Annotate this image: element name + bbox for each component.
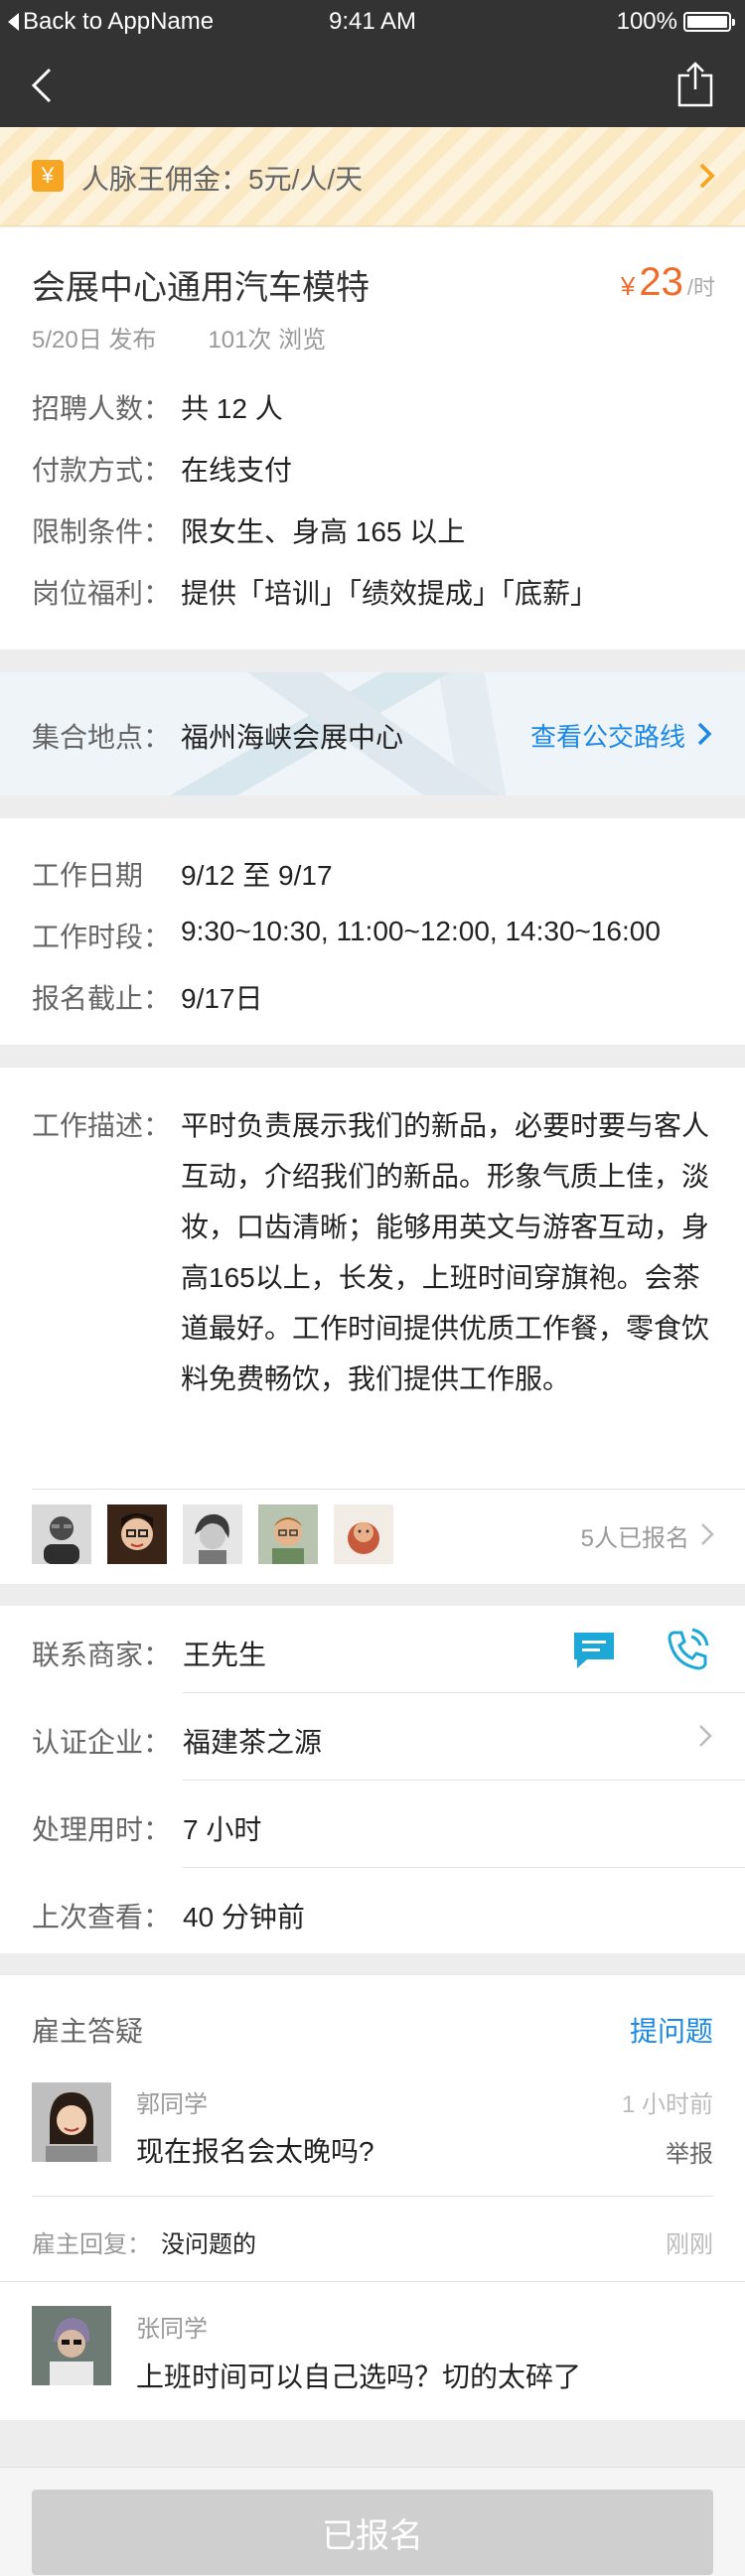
- detail-row: 付款方式： 在线支付: [32, 449, 292, 489]
- questioner-name: 张同学: [136, 2316, 208, 2343]
- price-currency: ¥: [620, 271, 636, 301]
- battery-percent: 100%: [616, 8, 677, 35]
- view-count: 101次 浏览: [208, 327, 327, 354]
- schedule-label: 工作时段：: [32, 922, 172, 952]
- employer-reply-label: 雇主回复：: [32, 2231, 151, 2258]
- detail-row: 岗位福利： 提供「培训」「绩效提成」「底薪」: [32, 572, 598, 612]
- last-viewed-label: 上次查看：: [32, 1902, 172, 1932]
- ask-question-button[interactable]: 提问题: [630, 2010, 713, 2050]
- description-label: 工作描述：: [32, 1110, 172, 1141]
- chevron-right-icon: [697, 722, 712, 746]
- detail-row: 限制条件： 限女生、身高 165 以上: [32, 510, 465, 550]
- divider: [0, 2281, 745, 2282]
- meeting-location-row[interactable]: 集合地点： 福州海峡会展中心 查看公交路线: [0, 672, 745, 795]
- avatar: [32, 1504, 91, 1564]
- divider: [183, 1867, 745, 1868]
- avatar: [32, 2082, 111, 2162]
- schedule-row: 工作日期 9/12 至 9/17: [32, 854, 333, 894]
- qa-title: 雇主答疑: [32, 2016, 144, 2047]
- detail-value: 限女生、身高 165 以上: [181, 516, 466, 547]
- reply-time: 刚刚: [666, 2231, 713, 2258]
- avatar: [32, 2306, 111, 2385]
- schedule-label: 报名截止：: [32, 983, 172, 1014]
- share-icon[interactable]: [675, 60, 715, 109]
- phone-icon[interactable]: [666, 1627, 711, 1672]
- last-viewed-value: 40 分钟前: [183, 1902, 305, 1932]
- process-time-label: 处理用时：: [32, 1814, 172, 1845]
- job-title: 会展中心通用汽车模特: [32, 269, 370, 307]
- company-name[interactable]: 福建茶之源: [183, 1721, 322, 1761]
- schedule-row: 工作时段： 9:30~10:30, 11:00~12:00, 14:30~16:…: [32, 916, 661, 955]
- post-date: 5/20日 发布: [32, 327, 157, 354]
- schedule-value: 9/12 至 9/17: [181, 860, 333, 891]
- avatar: [334, 1504, 393, 1564]
- merchant-name: 王先生: [183, 1640, 267, 1670]
- divider: [32, 2196, 713, 2197]
- employer-reply-text: 没问题的: [161, 2231, 256, 2258]
- avatar: [107, 1504, 167, 1564]
- divider: [32, 1489, 745, 1490]
- schedule-value: 9/17日: [181, 983, 263, 1014]
- status-bar: Back to AppName 9:41 AM 100%: [0, 0, 745, 44]
- chevron-right-icon: [699, 163, 715, 189]
- location-value: 福州海峡会展中心: [181, 722, 404, 753]
- question-time: 1 小时前: [621, 2091, 713, 2118]
- company-label: 认证企业：: [32, 1727, 172, 1758]
- question-text: 上班时间可以自己选吗？切的太碎了: [136, 2361, 582, 2392]
- job-price: ¥ 23 /时: [621, 260, 715, 305]
- price-value: 23: [639, 260, 683, 304]
- message-icon[interactable]: [571, 1630, 617, 1671]
- detail-label: 岗位福利：: [32, 578, 172, 609]
- battery-indicator: 100%: [616, 8, 735, 36]
- schedule-row: 报名截止： 9/17日: [32, 977, 263, 1017]
- detail-value: 提供「培训」「绩效提成」「底薪」: [181, 578, 599, 609]
- avatar: [258, 1504, 318, 1564]
- bottom-bar: 已报名: [0, 2467, 745, 2576]
- detail-value: 共 12 人: [181, 393, 283, 424]
- question-text: 现在报名会太晚吗?: [136, 2136, 374, 2167]
- avatar: [183, 1504, 242, 1564]
- applicant-avatars[interactable]: [32, 1504, 409, 1564]
- signed-up-button[interactable]: 已报名: [32, 2490, 713, 2575]
- detail-row: 招聘人数： 共 12 人: [32, 387, 283, 427]
- back-arrow-icon[interactable]: [24, 64, 64, 107]
- chevron-right-icon: [699, 1725, 712, 1747]
- schedule-label: 工作日期: [32, 860, 144, 891]
- commission-banner[interactable]: ¥ 人脉王佣金：5元/人/天: [0, 127, 745, 226]
- job-meta: 5/20日 发布 101次 浏览: [32, 320, 326, 355]
- signed-up-count[interactable]: 5人已报名: [581, 1518, 689, 1553]
- detail-label: 限制条件：: [32, 516, 172, 547]
- report-button[interactable]: 举报: [666, 2134, 713, 2169]
- price-unit: /时: [686, 275, 715, 300]
- detail-value: 在线支付: [181, 455, 293, 486]
- process-time-value: 7 小时: [183, 1814, 262, 1845]
- schedule-value: 9:30~10:30, 11:00~12:00, 14:30~16:00: [181, 916, 661, 946]
- merchant-label: 联系商家：: [32, 1640, 172, 1670]
- location-label: 集合地点：: [32, 722, 172, 753]
- detail-label: 付款方式：: [32, 455, 172, 486]
- description-text: 平时负责展示我们的新品，必要时要与客人互动，介绍我们的新品。形象气质上佳，淡妆，…: [181, 1110, 710, 1394]
- yen-icon: ¥: [32, 160, 64, 192]
- questioner-name: 郭同学: [136, 2091, 208, 2118]
- battery-icon: [683, 12, 735, 32]
- bus-route-link[interactable]: 查看公交路线: [530, 717, 685, 754]
- detail-label: 招聘人数：: [32, 393, 172, 424]
- divider: [183, 1780, 745, 1781]
- divider: [183, 1692, 745, 1693]
- navigation-bar: [0, 44, 745, 127]
- commission-text: 人脉王佣金：5元/人/天: [81, 164, 364, 195]
- chevron-right-icon: [701, 1523, 714, 1545]
